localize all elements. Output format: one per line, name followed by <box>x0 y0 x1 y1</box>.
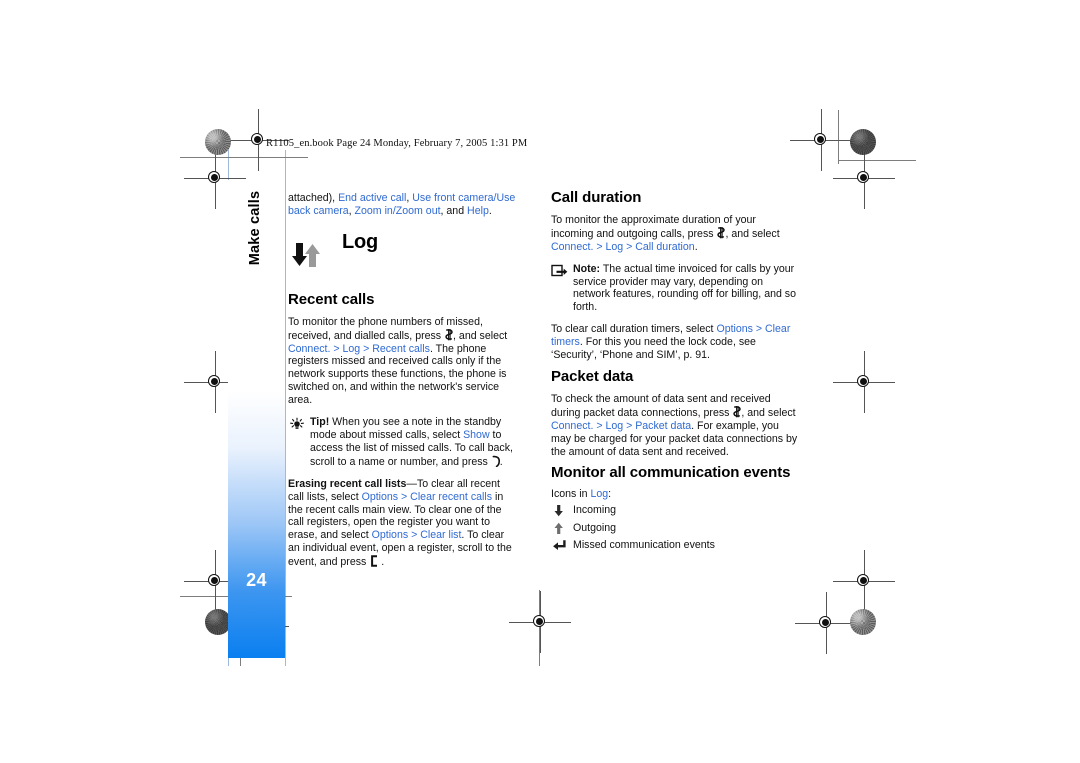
call-duration-body: To monitor the approximate duration of y… <box>551 214 800 254</box>
incoming-outgoing-arrows-icon <box>291 242 325 268</box>
registration-mark-bottom-right <box>795 592 857 654</box>
link-connect-log-packet-data[interactable]: Connect. > Log > Packet data <box>551 420 691 432</box>
call-key-icon <box>491 455 500 467</box>
legend-label-incoming: Incoming <box>573 504 616 517</box>
monitor-events-heading: Monitor all communication events <box>551 464 791 482</box>
call-duration-heading: Call duration <box>551 189 642 206</box>
note-text: The actual time invoiced for calls by yo… <box>573 262 796 314</box>
link-connect-log-call-duration[interactable]: Connect. > Log > Call duration <box>551 241 695 253</box>
rc-seg2: , and select <box>453 329 508 342</box>
log-heading: Log <box>342 230 379 253</box>
legend-label-missed: Missed communication events <box>573 539 715 552</box>
mi-seg1: Icons in <box>551 488 591 501</box>
registration-mark-top-right <box>790 109 852 171</box>
er-seg4: . <box>378 556 385 569</box>
cont-seg1: attached), <box>288 192 339 204</box>
erasing-recent-call-lists: Erasing recent call lists—To clear all r… <box>288 478 517 569</box>
registration-mark-upper-left <box>184 147 246 209</box>
legend-item-missed: Missed communication events <box>551 539 800 554</box>
missed-event-arrow-icon <box>552 539 567 552</box>
recent-calls-body: To monitor the phone numbers of missed, … <box>288 316 517 407</box>
registration-mark-lower-left <box>184 550 246 612</box>
link-show[interactable]: Show <box>463 429 490 441</box>
registration-mark-mid-right <box>833 351 895 413</box>
continued-paragraph: attached), End active call, Use front ca… <box>288 192 517 218</box>
chapter-side-tab: Make calls 24 <box>228 180 285 658</box>
packet-data-heading: Packet data <box>551 367 634 385</box>
legend-label-outgoing: Outgoing <box>573 521 616 534</box>
incoming-arrow-icon <box>552 504 567 517</box>
link-options-clear-list[interactable]: Options > Clear list <box>372 529 462 541</box>
registration-mark-mid-left <box>184 351 246 413</box>
registration-mark-lower-right <box>833 550 895 612</box>
cut-guide-top-left <box>180 157 308 158</box>
print-header-line: R1105_en.book Page 24 Monday, February 7… <box>266 138 528 149</box>
cont-seg7: . <box>488 204 492 217</box>
legend-item-incoming: Incoming <box>551 504 800 519</box>
clear-key-icon <box>369 555 378 567</box>
icons-in-log-intro: Icons in Log: <box>551 488 800 501</box>
tip-callout: Tip! When you see a note in the standby … <box>288 416 517 469</box>
registration-mark-upper-right <box>833 147 895 209</box>
legend-item-outgoing: Outgoing <box>551 522 800 537</box>
halftone-patch-bottom-right <box>850 609 876 635</box>
link-connect-log-recent-calls[interactable]: Connect. > Log > Recent calls <box>288 343 430 355</box>
ct-seg2: . For this you need the lock code, see ‘… <box>551 336 756 362</box>
mi-seg2: : <box>608 488 612 501</box>
note-label: Note: <box>573 262 601 275</box>
page-number: 24 <box>246 570 267 590</box>
clear-timers-paragraph: To clear call duration timers, select Op… <box>551 323 800 362</box>
cont-seg6: , and <box>440 204 468 217</box>
cd-seg2: , and select <box>725 227 780 240</box>
cd-seg3: . <box>694 240 698 253</box>
trim-guide-inner <box>285 150 286 666</box>
chapter-tab-label: Make calls <box>247 190 263 266</box>
recent-calls-heading: Recent calls <box>288 290 375 308</box>
right-text-column: Call duration To monitor the approximate… <box>551 189 800 557</box>
link-end-active-call[interactable]: End active call <box>338 192 406 204</box>
log-icon-legend: Incoming Outgoing Missed communication e… <box>551 504 800 554</box>
tip-label: Tip! <box>310 416 330 429</box>
tip-lightbulb-icon <box>288 417 306 430</box>
menu-key-icon <box>444 328 453 340</box>
link-log[interactable]: Log <box>590 488 608 500</box>
link-options-clear-recent-calls[interactable]: Options > Clear recent calls <box>362 491 492 503</box>
log-title-block: Log <box>288 230 517 280</box>
link-zoom-in[interactable]: Zoom in <box>355 205 393 217</box>
packet-data-body: To check the amount of data sent and rec… <box>551 393 800 459</box>
erasing-label: Erasing recent call lists <box>288 477 407 490</box>
registration-mark-bottom-center <box>509 591 571 653</box>
tip-seg3: . <box>499 455 503 468</box>
cut-guide-top-right <box>838 160 916 161</box>
outgoing-arrow-icon <box>552 522 567 535</box>
halftone-patch-top-right <box>850 129 876 155</box>
left-text-column: attached), End active call, Use front ca… <box>288 192 517 578</box>
note-arrow-icon <box>551 264 569 277</box>
note-callout: Note: The actual time invoiced for calls… <box>551 263 800 315</box>
halftone-patch-top-left <box>205 129 231 155</box>
pd-seg2: , and select <box>741 406 796 419</box>
link-zoom-out[interactable]: Zoom out <box>396 205 441 217</box>
cut-guide-top-right-v <box>838 110 839 164</box>
printed-page: R1105_en.book Page 24 Monday, February 7… <box>0 0 1080 763</box>
link-use-front-camera[interactable]: Use front camera <box>412 192 493 204</box>
link-help[interactable]: Help <box>467 205 489 217</box>
ct-seg1: To clear call duration timers, select <box>551 323 717 336</box>
